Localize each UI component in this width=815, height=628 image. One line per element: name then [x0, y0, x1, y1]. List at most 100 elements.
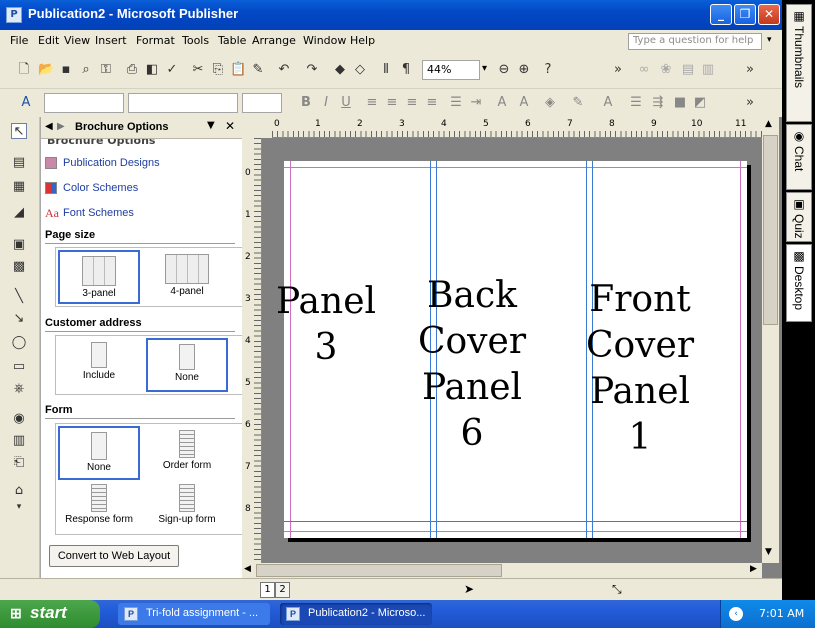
pane-menu-icon[interactable]: ▼: [207, 120, 215, 131]
option-include[interactable]: Include: [58, 338, 140, 392]
open-icon[interactable]: 📂: [38, 62, 54, 78]
undo-icon[interactable]: ↶: [276, 62, 292, 78]
menu-insert[interactable]: Insert: [95, 34, 127, 47]
spelling-icon[interactable]: ✓: [164, 62, 180, 78]
oval-icon[interactable]: ◯: [11, 335, 27, 351]
send-back-icon[interactable]: ◇: [352, 62, 368, 78]
underline-icon[interactable]: U: [338, 95, 354, 111]
rectangle-icon[interactable]: ▭: [11, 359, 27, 375]
font-color-icon[interactable]: A: [600, 95, 616, 111]
hot-spot-icon[interactable]: ◉: [11, 411, 27, 427]
option-response-form[interactable]: Response form: [58, 480, 140, 532]
cut-icon[interactable]: ✂: [190, 62, 206, 78]
start-button[interactable]: ⊞ start: [0, 600, 100, 628]
font-size-select[interactable]: [242, 93, 282, 113]
restore-button[interactable]: ❐: [734, 4, 756, 25]
zoom-out-icon[interactable]: ⊖: [496, 62, 512, 78]
hscroll-thumb[interactable]: [256, 564, 502, 577]
task-publication2[interactable]: P Publication2 - Microso...: [280, 603, 432, 625]
tray-expand-icon[interactable]: ‹: [729, 607, 743, 621]
menu-window[interactable]: Window: [303, 34, 346, 47]
print-icon[interactable]: ⎙: [124, 62, 140, 78]
help-search-input[interactable]: Type a question for help: [628, 33, 762, 50]
save-icon[interactable]: ▪: [58, 62, 74, 78]
form-control-icon[interactable]: ▥: [11, 433, 27, 449]
menu-edit[interactable]: Edit: [38, 34, 59, 47]
picture-frame-icon[interactable]: ▣: [11, 237, 27, 253]
menu-file[interactable]: File: [10, 34, 28, 47]
shadow-icon[interactable]: ■: [672, 95, 688, 111]
print-preview-icon[interactable]: ◧: [144, 62, 160, 78]
pilcrow-icon[interactable]: ¶: [398, 62, 414, 78]
option-none-address[interactable]: None: [146, 338, 228, 392]
decrease-font-icon[interactable]: A: [494, 95, 510, 111]
font-select[interactable]: [128, 93, 238, 113]
tab-thumbnails[interactable]: ▦ Thumbnails: [786, 4, 812, 122]
picture-icon[interactable]: ▤: [680, 62, 696, 78]
option-sign-up-form[interactable]: Sign-up form: [146, 480, 228, 532]
tab-desktop[interactable]: ▩ Desktop: [786, 244, 812, 322]
tab-quiz[interactable]: ▣ Quiz: [786, 192, 812, 242]
html-fragment-icon[interactable]: ⎗: [11, 455, 27, 471]
publication-page[interactable]: Panel 3 Back Cover Panel 6 Front Cover P…: [276, 161, 747, 538]
clip-organizer-icon[interactable]: ▩: [11, 259, 27, 275]
arrow-icon[interactable]: ↘: [11, 311, 27, 327]
menu-table[interactable]: Table: [218, 34, 246, 47]
title-bar[interactable]: P Publication2 - Microsoft Publisher _ ❐…: [0, 0, 782, 30]
front-cover-panel-1-text[interactable]: Front Cover Panel 1: [560, 277, 720, 461]
zoom-dropdown-icon[interactable]: ▾: [482, 63, 487, 74]
wordart-icon[interactable]: ◢: [11, 205, 27, 221]
help-dropdown-icon[interactable]: ▾: [767, 35, 772, 45]
hyperlink-icon[interactable]: ∞: [636, 62, 652, 78]
style-select[interactable]: [44, 93, 124, 113]
option-none-form[interactable]: None: [58, 426, 140, 480]
new-icon[interactable]: 🗋: [16, 62, 32, 78]
menu-format[interactable]: Format: [136, 34, 175, 47]
scroll-thumb[interactable]: [763, 135, 778, 325]
convert-to-web-layout-button[interactable]: Convert to Web Layout: [49, 545, 179, 567]
autoshapes-icon[interactable]: ⎈: [11, 381, 27, 397]
search-file-icon[interactable]: ⌕: [78, 62, 94, 78]
design-gallery-icon[interactable]: ❀: [658, 62, 674, 78]
option-3-panel[interactable]: 3-panel: [58, 250, 140, 304]
permission-icon[interactable]: ⚿: [98, 62, 114, 78]
scroll-right-icon[interactable]: ▶: [750, 564, 757, 574]
menu-view[interactable]: View: [64, 34, 90, 47]
numbering-icon[interactable]: ☰: [448, 95, 464, 111]
publisher-icon[interactable]: P: [6, 7, 22, 23]
page-tab-1[interactable]: 1: [260, 582, 275, 598]
vertical-scrollbar[interactable]: ▲ ▼: [762, 117, 779, 563]
italic-icon[interactable]: I: [318, 95, 334, 111]
horizontal-scrollbar[interactable]: ◀ ▶: [242, 563, 762, 578]
fill-color-icon[interactable]: ◈: [542, 95, 558, 111]
pane-close-icon[interactable]: ✕: [225, 119, 235, 133]
indent-icon[interactable]: ⇥: [468, 95, 484, 111]
menu-help[interactable]: Help: [350, 34, 375, 47]
task-tri-fold-assignment[interactable]: P Tri-fold assignment - ...: [118, 603, 270, 625]
zoom-in-icon[interactable]: ⊕: [516, 62, 532, 78]
scroll-up-icon[interactable]: ▲: [765, 119, 772, 129]
paste-icon[interactable]: 📋: [230, 62, 246, 78]
insert-table-icon[interactable]: ▦: [11, 179, 27, 195]
bold-icon[interactable]: B: [298, 95, 314, 111]
option-4-panel[interactable]: 4-panel: [146, 250, 228, 304]
copy-icon[interactable]: ⎘: [210, 62, 226, 78]
line-icon[interactable]: ╲: [11, 289, 27, 305]
menu-tools[interactable]: Tools: [182, 34, 209, 47]
align-right-icon[interactable]: ≡: [404, 95, 420, 111]
close-button[interactable]: ✕: [758, 4, 780, 25]
forward-arrow-icon[interactable]: ▶: [57, 121, 65, 132]
increase-font-icon[interactable]: A: [516, 95, 532, 111]
columns-icon[interactable]: ⫴: [378, 62, 394, 78]
publication-designs-link[interactable]: Publication Designs: [63, 157, 160, 169]
back-cover-panel-6-text[interactable]: Back Cover Panel 6: [392, 273, 552, 457]
bring-front-icon[interactable]: ◆: [332, 62, 348, 78]
dash-style-icon[interactable]: ⇶: [650, 95, 666, 111]
redo-icon[interactable]: ↷: [304, 62, 320, 78]
justify-icon[interactable]: ≡: [424, 95, 440, 111]
panel-3-text[interactable]: Panel 3: [256, 279, 396, 371]
align-left-icon[interactable]: ≡: [364, 95, 380, 111]
more-buttons-icon[interactable]: »: [742, 62, 758, 78]
format-painter-icon[interactable]: ✎: [250, 62, 266, 78]
3d-style-icon[interactable]: ◩: [692, 95, 708, 111]
